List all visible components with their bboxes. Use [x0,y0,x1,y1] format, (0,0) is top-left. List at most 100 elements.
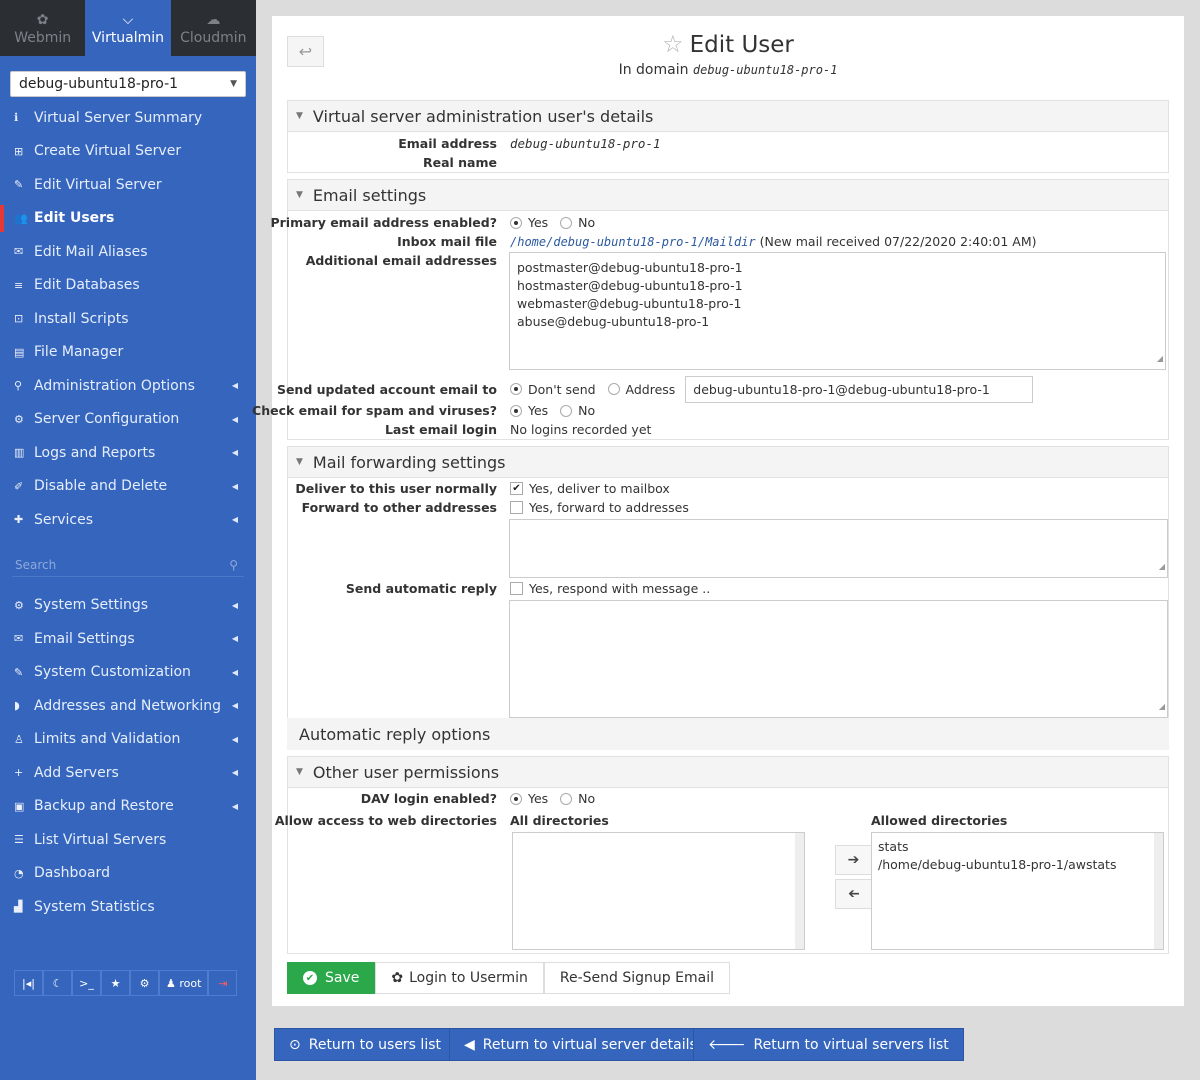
sidebar-item-addresses-and-networking[interactable]: ◗ Addresses and Networking ◀ [0,689,256,723]
switch-webmin[interactable]: ✿ Webmin [0,0,85,56]
favorite-star-icon[interactable]: ☆ [662,30,684,58]
logout-icon[interactable]: ⇥ [208,970,238,996]
auto-reply-options-header[interactable]: Automatic reply options [287,718,1169,750]
expand-caret-icon: ◀ [231,734,238,744]
sidebar-item-label: Administration Options [34,377,195,394]
email-settings-header[interactable]: ▼ Email settings [288,180,1168,211]
allowed-directory-item[interactable]: stats [878,838,1157,856]
sidebar-item-virtual-server-summary[interactable]: ℹ Virtual Server Summary [0,101,256,135]
sidebar-item-install-scripts[interactable]: ⊡ Install Scripts [0,302,256,336]
forward-addresses-textarea[interactable]: ◢ [509,519,1168,578]
sidebar-item-system-statistics[interactable]: ▟ System Statistics [0,890,256,924]
sidebar-item-backup-and-restore[interactable]: ▣ Backup and Restore ◀ [0,790,256,824]
expand-caret-icon: ◀ [231,667,238,677]
return-details-button[interactable]: ◀ Return to virtual server details [449,1028,712,1061]
sidebar-item-create-virtual-server[interactable]: ⊞ Create Virtual Server [0,135,256,169]
auto-reply-checkbox[interactable] [510,582,523,595]
sidebar: ✿ Webmin ⌵ Virtualmin ☁ Cloudmin debug-ubun… [0,0,256,1080]
sidebar-item-logs-and-reports[interactable]: ▥ Logs and Reports ◀ [0,436,256,470]
allowed-directories-list[interactable]: stats/home/debug-ubuntu18-pro-1/awstats [871,832,1164,950]
address-input[interactable]: debug-ubuntu18-pro-1@debug-ubuntu18-pro-… [685,375,1034,403]
additional-emails-textarea[interactable]: postmaster@debug-ubuntu18-pro-1 hostmaste… [509,252,1166,370]
collapse-icon[interactable]: |◂| [14,970,43,996]
sidebar-item-label: Virtual Server Summary [34,109,203,126]
user-root-button[interactable]: ♟ root [159,970,209,996]
resend-signup-button[interactable]: Re-Send Signup Email [543,962,730,994]
dav-no-radio[interactable] [560,792,573,805]
arrow-right-icon: ➔ [847,852,860,868]
real-name-label: Real name [422,155,497,170]
login-usermin-button[interactable]: ✿ Login to Usermin [375,962,544,994]
email-address-label: Email address [398,136,497,151]
sidebar-item-disable-and-delete[interactable]: ✐ Disable and Delete ◀ [0,470,256,504]
scrollbar[interactable] [1154,833,1163,949]
sidebar-item-system-settings[interactable]: ⚙ System Settings ◀ [0,589,256,623]
sidebar-item-edit-mail-aliases[interactable]: ✉ Edit Mail Aliases [0,235,256,269]
last-login-label: Last email login [384,422,497,437]
sidebar-item-system-customization[interactable]: ✎ System Customization ◀ [0,656,256,690]
sidebar-item-services[interactable]: ✚ Services ◀ [0,503,256,537]
sidebar-item-label: Install Scripts [34,310,129,327]
sidebar-item-edit-databases[interactable]: ≡ Edit Databases [0,269,256,303]
terminal-icon[interactable]: >_ [72,970,101,996]
night-mode-icon[interactable]: ☾ [43,970,72,996]
spam-yes-radio[interactable] [510,404,522,417]
user-icon: ♟ [166,976,176,990]
inbox-path-link[interactable]: /home/debug-ubuntu18-pro-1/Maildir [510,235,756,249]
switch-virtualmin-label: Virtualmin [91,30,165,46]
search-field[interactable]: Search ⚲ [12,555,244,577]
sidebar-item-limits-and-validation[interactable]: ♙ Limits and Validation ◀ [0,723,256,757]
expand-caret-icon: ◀ [231,701,238,711]
return-users-button[interactable]: ⊙ Return to users list [274,1028,456,1061]
sidebar-item-edit-virtual-server[interactable]: ✎ Edit Virtual Server [0,168,256,202]
address-radio[interactable] [607,383,620,395]
favorites-star-icon[interactable]: ★ [101,970,130,996]
sidebar-item-add-servers[interactable]: + Add Servers ◀ [0,756,256,790]
inbox-label: Inbox mail file [397,234,497,249]
switch-cloudmin[interactable]: ☁ Cloudmin [171,0,256,56]
all-directories-list[interactable] [512,832,805,950]
settings-gear-icon[interactable]: ⚙ [130,970,159,996]
return-circle-icon: ⊙ [289,1036,301,1053]
spam-check-label: Check email for spam and viruses? [252,403,497,418]
sidebar-item-label: System Statistics [34,898,155,915]
user-permissions-header[interactable]: ▼ Other user permissions [288,757,1168,788]
spam-no-radio[interactable] [560,404,573,417]
sidebar-item-administration-options[interactable]: ⚲ Administration Options ◀ [0,369,256,403]
allowed-directory-item[interactable]: /home/debug-ubuntu18-pro-1/awstats [878,856,1157,874]
admin-details-title: Virtual server administration user's det… [312,106,654,126]
expand-caret-icon: ◀ [231,768,238,778]
domain-select[interactable]: debug-ubuntu18-pro-1 ▼ [10,71,246,97]
switch-virtualmin[interactable]: ⌵ Virtualmin [85,0,171,56]
mail-forwarding-header[interactable]: ▼ Mail forwarding settings [288,447,1168,478]
deliver-checkbox[interactable]: ✔ [510,482,523,495]
remove-directory-button[interactable]: ➔ [835,879,872,909]
all-directories-heading: All directories [510,813,609,828]
add-directory-button[interactable]: ➔ [835,845,872,875]
scrollbar[interactable] [795,833,804,949]
sidebar-item-server-configuration[interactable]: ⚙ Server Configuration ◀ [0,403,256,437]
webmin-menu: ⚙ System Settings ◀ ✉ Email Settings ◀ ✎ System… [0,589,256,924]
primary-yes-radio[interactable] [510,216,522,229]
auto-reply-textarea[interactable]: ◢ [509,600,1168,718]
save-button[interactable]: ✔ Save [287,962,376,994]
sidebar-item-file-manager[interactable]: ▤ File Manager [0,336,256,370]
sidebar-item-list-virtual-servers[interactable]: ☰ List Virtual Servers [0,823,256,857]
dav-yes-radio[interactable] [510,792,522,805]
sidebar-item-edit-users[interactable]: 👥 Edit Users [0,202,256,236]
install-scripts-icon: ⊡ [14,312,24,326]
primary-no-radio[interactable] [560,216,573,229]
edit-databases-icon: ≡ [14,278,24,292]
sidebar-item-email-settings[interactable]: ✉ Email Settings ◀ [0,622,256,656]
server-configuration-icon: ⚙ [14,412,24,426]
dav-yes-label: Yes [528,791,549,806]
search-placeholder: Search [15,558,57,572]
admin-details-header[interactable]: ▼ Virtual server administration user's de… [288,101,1168,132]
list-virtual-servers-icon: ☰ [14,833,24,847]
logs-and-reports-icon: ▥ [14,446,25,460]
web-dirs-label: Allow access to web directories [274,813,497,828]
sidebar-item-dashboard[interactable]: ◔ Dashboard [0,857,256,891]
dont-send-radio[interactable] [510,383,522,395]
forward-checkbox[interactable] [510,501,523,514]
return-servers-button[interactable]: 🡐 Return to virtual servers list [693,1028,964,1061]
